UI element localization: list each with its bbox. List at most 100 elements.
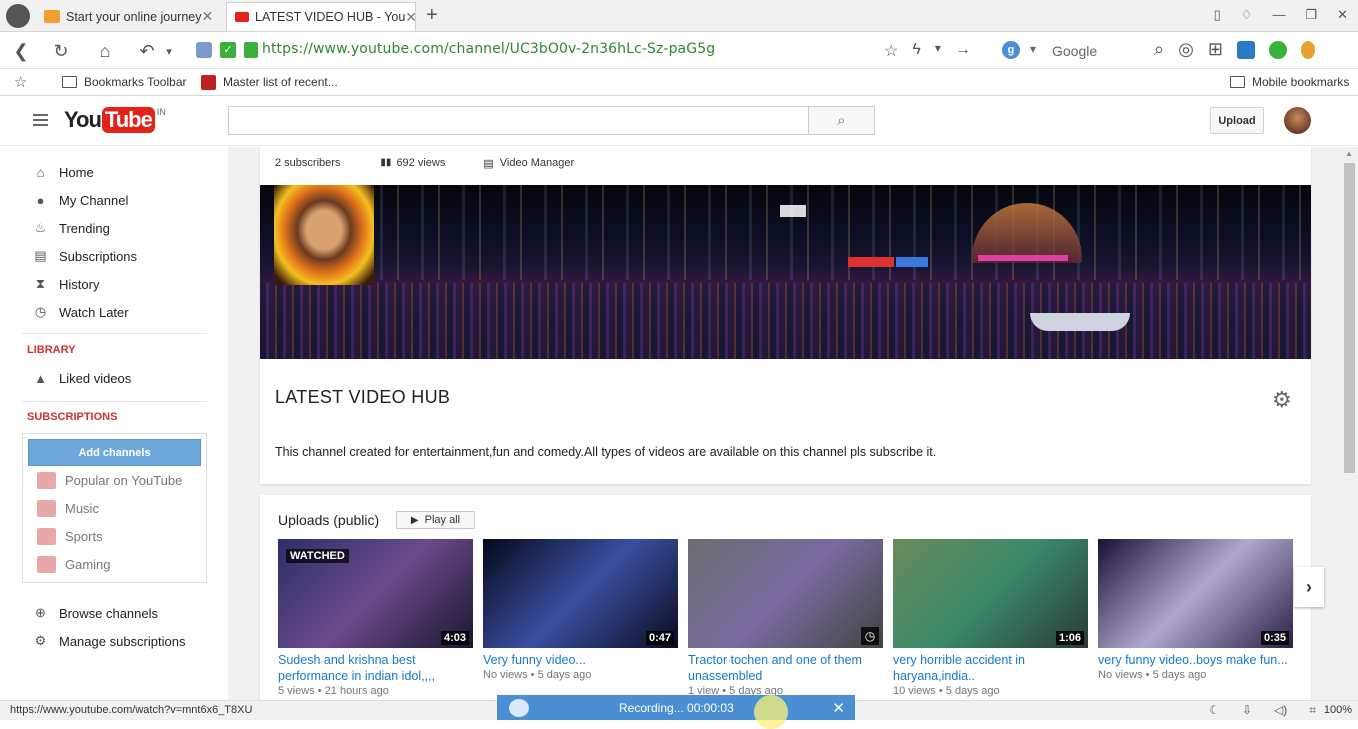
- subscription-popular[interactable]: Popular on YouTube: [37, 470, 182, 490]
- video-thumbnail[interactable]: 0:35: [1098, 539, 1293, 648]
- play-all-button[interactable]: ▶ Play all: [396, 511, 475, 529]
- subscriptions-heading[interactable]: SUBSCRIPTIONS: [27, 411, 117, 423]
- close-tab-icon[interactable]: ✕: [405, 9, 415, 26]
- back-button[interactable]: ❮: [8, 38, 34, 64]
- video-card[interactable]: 0:47 Very funny video... No views • 5 days…: [483, 539, 678, 681]
- search-input[interactable]: [228, 106, 809, 135]
- view-count: 692 views: [396, 157, 446, 169]
- extension-blue-icon[interactable]: [1236, 41, 1255, 59]
- bookmark-master-list[interactable]: Master list of recent...: [223, 75, 338, 89]
- youtube-logo[interactable]: You Tube IN: [64, 107, 166, 133]
- page-scrollbar[interactable]: ▲: [1341, 147, 1358, 700]
- browser-logo-icon[interactable]: [6, 4, 30, 28]
- video-card[interactable]: WATCHED 4:03 Sudesh and krishna best perfo…: [278, 539, 473, 697]
- video-thumbnail[interactable]: 0:47: [483, 539, 678, 648]
- rocket-icon[interactable]: [196, 42, 212, 58]
- close-tab-icon[interactable]: ✕: [202, 8, 214, 25]
- tab-latest-video-hub[interactable]: LATEST VIDEO HUB - You ✕: [226, 2, 416, 31]
- meta-separator: •: [1142, 669, 1153, 681]
- download-icon[interactable]: ⇩: [1242, 703, 1252, 718]
- wifi-icon[interactable]: ◎: [1178, 39, 1194, 60]
- scrollbar-thumb[interactable]: [1344, 163, 1355, 473]
- shelf-next-arrow-icon[interactable]: ›: [1294, 567, 1324, 607]
- search-engine-label[interactable]: Google: [1052, 43, 1097, 59]
- video-title-link[interactable]: Tractor tochen and one of them unassembl…: [688, 652, 883, 684]
- add-channels-button[interactable]: Add channels: [28, 439, 201, 466]
- library-heading[interactable]: LIBRARY: [27, 344, 75, 356]
- channel-banner[interactable]: [260, 185, 1311, 359]
- restore-icon[interactable]: ❐: [1305, 7, 1317, 23]
- undo-dropdown-icon[interactable]: ▾: [156, 38, 182, 64]
- night-mode-icon[interactable]: ☾: [1209, 703, 1220, 718]
- tab-start-journey[interactable]: Start your online journey ✕: [36, 2, 218, 31]
- upload-button[interactable]: Upload: [1210, 107, 1264, 134]
- skin-icon[interactable]: ♢: [1241, 7, 1253, 23]
- scroll-up-arrow-icon[interactable]: ▲: [1345, 149, 1353, 158]
- guide-menu-icon[interactable]: [33, 114, 48, 126]
- sidebar-item-my-channel[interactable]: ● My Channel: [33, 190, 129, 210]
- recorder-close-icon[interactable]: ✕: [832, 699, 845, 717]
- video-thumbnail[interactable]: ◷: [688, 539, 883, 648]
- browse-channels-link[interactable]: ⊕ Browse channels: [33, 603, 158, 623]
- extension-green-icon[interactable]: [1268, 41, 1287, 59]
- sidebar-item-home[interactable]: ⌂ Home: [33, 162, 94, 182]
- sidebar-item-liked-videos[interactable]: ▲ Liked videos: [33, 368, 131, 388]
- reload-button[interactable]: ↻: [48, 38, 74, 64]
- sidebar-item-trending[interactable]: ♨ Trending: [33, 218, 110, 238]
- home-button[interactable]: ⌂: [92, 38, 118, 64]
- address-bar[interactable]: https://www.youtube.com/channel/UC3bO0v-…: [262, 41, 715, 57]
- hourglass-icon: ⧗: [35, 276, 46, 291]
- video-card[interactable]: 1:06 very horrible accident in haryana,in…: [893, 539, 1088, 697]
- video-card[interactable]: ◷ Tractor tochen and one of them unassemb…: [688, 539, 883, 697]
- video-duration: 1:06: [1055, 631, 1084, 645]
- go-arrow-icon[interactable]: →: [955, 41, 971, 61]
- channel-settings-gear-icon[interactable]: ⚙: [1272, 387, 1292, 413]
- crop-icon[interactable]: ⌗: [1309, 703, 1316, 718]
- video-thumbnail[interactable]: WATCHED 4:03: [278, 539, 473, 648]
- search-engine-icon[interactable]: g: [1002, 41, 1020, 59]
- avatar[interactable]: [1284, 107, 1311, 134]
- search-engine-dropdown-icon[interactable]: ▾: [1030, 42, 1036, 56]
- volume-icon[interactable]: ◁): [1274, 703, 1287, 718]
- video-manager-link[interactable]: Video Manager: [500, 157, 574, 170]
- video-meta: No views • 5 days ago: [1098, 669, 1293, 681]
- sidebar-item-label: History: [59, 276, 100, 292]
- bookmark-star-icon[interactable]: ☆: [14, 73, 27, 91]
- sidebar-toggle-icon[interactable]: ▯: [1214, 7, 1221, 23]
- video-thumbnail[interactable]: 1:06: [893, 539, 1088, 648]
- search-button[interactable]: ⌕: [808, 106, 875, 135]
- recorder-logo-icon: [509, 698, 529, 717]
- zoom-level[interactable]: 100%: [1324, 704, 1352, 716]
- subscription-music[interactable]: Music: [37, 498, 99, 518]
- uploads-heading[interactable]: Uploads (public): [278, 512, 379, 528]
- watch-later-clock-icon[interactable]: ◷: [861, 627, 879, 645]
- video-card[interactable]: 0:35 very funny video..boys make fun... No…: [1098, 539, 1293, 681]
- video-title-link[interactable]: Sudesh and krishna best performance in i…: [278, 652, 473, 684]
- sidebar-item-watch-later[interactable]: ◷ Watch Later: [33, 302, 129, 322]
- channel-avatar[interactable]: [274, 185, 374, 285]
- new-tab-button[interactable]: +: [426, 4, 438, 27]
- video-title-link[interactable]: very funny video..boys make fun...: [1098, 652, 1293, 668]
- subscription-sports[interactable]: Sports: [37, 526, 103, 546]
- popular-icon: [37, 471, 56, 489]
- apps-icon[interactable]: ⊞: [1208, 39, 1223, 60]
- sidebar-item-history[interactable]: ⧗ History: [33, 274, 100, 294]
- sidebar-item-subscriptions[interactable]: ▤ Subscriptions: [33, 246, 137, 266]
- mobile-folder-icon: [1230, 76, 1245, 88]
- search-icon[interactable]: ⌕: [1154, 39, 1164, 60]
- video-title-link[interactable]: Very funny video...: [483, 652, 678, 668]
- close-window-icon[interactable]: ✕: [1337, 7, 1348, 23]
- banner-sign: [848, 257, 894, 267]
- recording-status: Recording... 00:00:03: [619, 700, 734, 715]
- manage-subscriptions-link[interactable]: ⚙ Manage subscriptions: [33, 631, 186, 651]
- minimize-icon[interactable]: —: [1272, 7, 1285, 23]
- subscription-gaming[interactable]: Gaming: [37, 554, 111, 574]
- video-title-link[interactable]: very horrible accident in haryana,india.…: [893, 652, 1088, 684]
- bookmarks-toolbar-folder[interactable]: Bookmarks Toolbar: [84, 75, 187, 89]
- chevron-down-icon[interactable]: ▾: [935, 41, 941, 61]
- subscriber-count: 2 subscribers: [275, 157, 341, 169]
- star-icon[interactable]: ☆: [884, 41, 898, 61]
- mobile-bookmarks-folder[interactable]: Mobile bookmarks: [1252, 75, 1349, 89]
- extension-colorful-icon[interactable]: [1300, 41, 1315, 59]
- lightning-icon[interactable]: ϟ: [912, 41, 920, 61]
